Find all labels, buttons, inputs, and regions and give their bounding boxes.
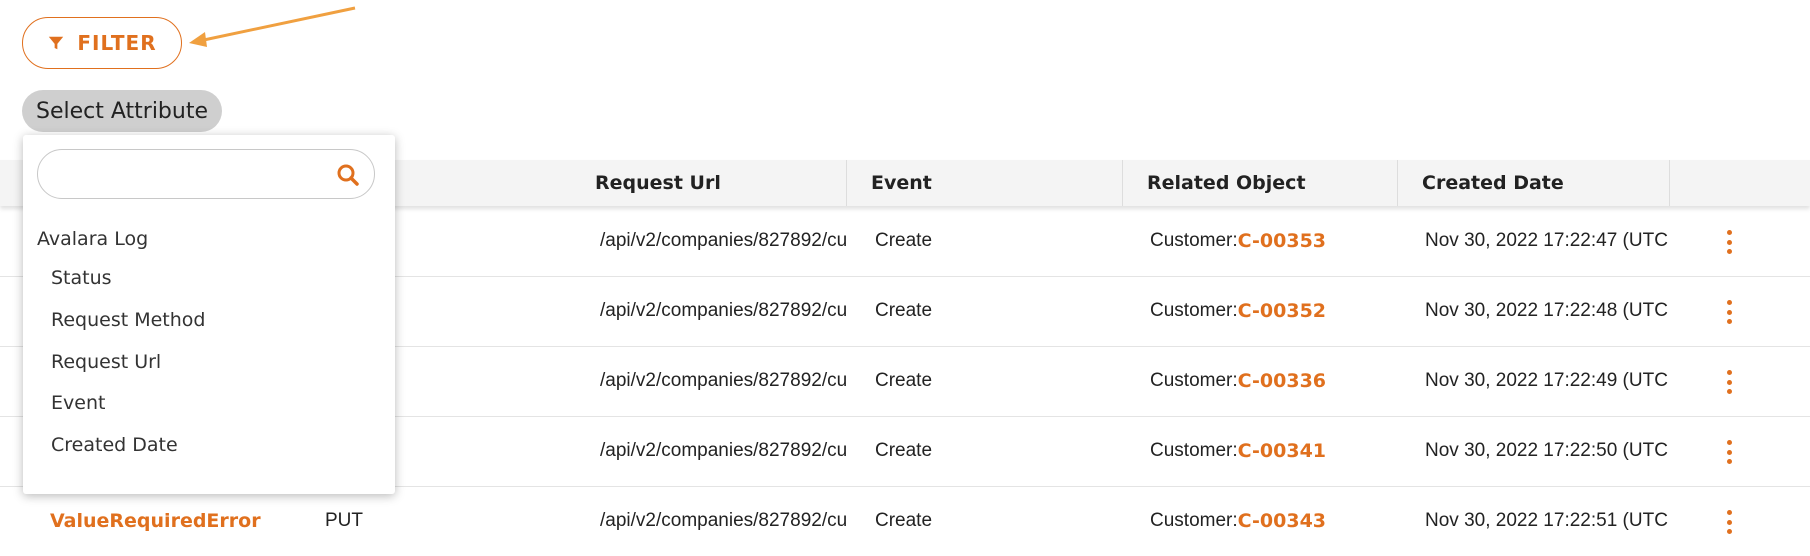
related-object-cell: Customer: C-00352 [1150, 300, 1327, 322]
attribute-option-request-url[interactable]: Request Url [51, 351, 161, 373]
created-date-cell: Nov 30, 2022 17:22:51 (UTC [1425, 510, 1668, 531]
related-object-cell: Customer: C-00341 [1150, 440, 1327, 462]
related-object-cell: Customer: C-00336 [1150, 370, 1327, 392]
related-object-cell: Customer: C-00343 [1150, 510, 1327, 532]
column-header-actions [1670, 160, 1810, 206]
row-actions-icon[interactable] [1725, 510, 1733, 534]
created-date-cell: Nov 30, 2022 17:22:48 (UTC [1425, 300, 1668, 321]
event-cell: Create [875, 510, 933, 531]
request-url-cell: /api/v2/companies/827892/cu [600, 300, 846, 321]
event-cell: Create [875, 370, 933, 391]
attribute-option-created-date[interactable]: Created Date [51, 434, 178, 456]
row-actions-icon[interactable] [1725, 440, 1733, 464]
attribute-group-label: Avalara Log [37, 228, 149, 250]
request-url-cell: /api/v2/companies/827892/cu [600, 510, 846, 531]
related-object-link[interactable]: C-00336 [1238, 370, 1326, 392]
column-header-created-date[interactable]: Created Date [1398, 160, 1670, 206]
attribute-option-status[interactable]: Status [51, 267, 112, 289]
created-date-cell: Nov 30, 2022 17:22:49 (UTC [1425, 370, 1668, 391]
search-icon[interactable] [336, 163, 360, 187]
created-date-cell: Nov 30, 2022 17:22:50 (UTC [1425, 440, 1668, 461]
row-actions-icon[interactable] [1725, 300, 1733, 324]
column-header-request-url[interactable]: Request Url [571, 160, 847, 206]
status-link[interactable]: ValueRequiredError [50, 486, 261, 556]
related-object-link[interactable]: C-00341 [1238, 440, 1326, 462]
annotation-arrow [189, 6, 356, 47]
request-url-cell: /api/v2/companies/827892/cu [600, 440, 846, 461]
event-cell: Create [875, 440, 933, 461]
request-url-cell: /api/v2/companies/827892/cu [600, 230, 846, 251]
column-header-related-object[interactable]: Related Object [1123, 160, 1398, 206]
attribute-option-request-method[interactable]: Request Method [51, 309, 205, 331]
funnel-icon [49, 36, 64, 50]
request-url-cell: /api/v2/companies/827892/cu [600, 370, 846, 391]
select-attribute-chip[interactable]: Select Attribute [22, 90, 223, 132]
event-cell: Create [875, 230, 933, 251]
related-object-cell: Customer: C-00353 [1150, 230, 1327, 252]
request-method-cell: PUT [325, 510, 363, 531]
attribute-dropdown: Avalara Log Status Request Method Reques… [23, 135, 395, 494]
row-actions-icon[interactable] [1725, 230, 1733, 254]
related-object-link[interactable]: C-00353 [1238, 230, 1326, 252]
related-object-link[interactable]: C-00343 [1238, 510, 1326, 532]
row-actions-icon[interactable] [1725, 370, 1733, 394]
created-date-cell: Nov 30, 2022 17:22:47 (UTC [1425, 230, 1668, 251]
attribute-option-event[interactable]: Event [51, 392, 105, 414]
select-attribute-label: Select Attribute [36, 98, 209, 124]
related-object-link[interactable]: C-00352 [1238, 300, 1326, 322]
event-cell: Create [875, 300, 933, 321]
column-header-event[interactable]: Event [847, 160, 1123, 206]
filter-button-label: FILTER [77, 31, 157, 55]
attribute-search-box[interactable] [37, 149, 375, 199]
table-row[interactable]: ValueRequiredError PUT /api/v2/companies… [0, 486, 1810, 556]
filter-button[interactable]: FILTER [22, 17, 182, 69]
attribute-search-input[interactable] [52, 160, 326, 190]
